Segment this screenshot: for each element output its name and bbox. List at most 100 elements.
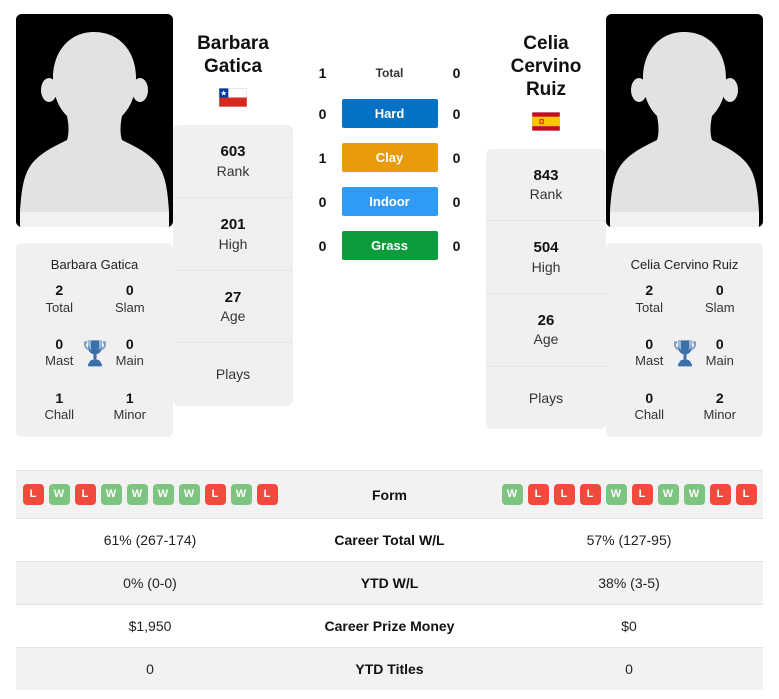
form-badge-win: W — [178, 484, 200, 505]
surface-badge-grass[interactable]: Grass — [341, 231, 438, 260]
stat-cell-high: 504 High — [486, 221, 606, 294]
left-value: 61% (267-174) — [103, 532, 197, 548]
title-stat-label: Chall — [44, 407, 75, 422]
h2h-row-hard: 0 Hard 0 — [300, 99, 480, 128]
title-stat: 0 Slam — [95, 282, 166, 316]
left-player-avatar — [16, 14, 173, 227]
left-form-strip: LWLWWWWLWL — [22, 484, 278, 505]
row-label: YTD Titles — [355, 661, 424, 677]
row-label: Career Total W/L — [334, 532, 445, 548]
title-stat-label: Minor — [113, 407, 146, 422]
h2h-left-value: 0 — [318, 105, 327, 122]
title-stat: 2 Minor — [685, 390, 756, 424]
stat-label: Age — [220, 308, 246, 325]
left-player-stats-card: 603 Rank 201 High 27 Age Plays — [173, 125, 293, 406]
left-player-titles-card: Barbara Gatica 2 Total 0 Slam 0 Mast 0 M… — [16, 243, 173, 438]
left-player-name-column: Barbara Gatica 603 Rank 201 High 27 Age … — [173, 14, 293, 406]
head-to-head-panel: 1 Total 0 0 Hard 0 1 Clay 0 0 Indoor 0 0 — [293, 14, 486, 260]
title-stat-value: 0 — [715, 282, 724, 298]
table-row-career-wl: 61% (267-174) Career Total W/L 57% (127-… — [16, 518, 763, 562]
form-badge-win: W — [501, 484, 523, 505]
right-value: $0 — [621, 618, 637, 634]
title-stat-value: 2 — [715, 389, 724, 406]
stat-value: 201 — [220, 216, 246, 234]
h2h-row-clay: 1 Clay 0 — [300, 143, 480, 172]
table-row-prize-money: $1,950 Career Prize Money $0 — [16, 604, 763, 648]
title-stat: 1 Chall — [24, 390, 95, 424]
h2h-right-value: 0 — [452, 65, 461, 81]
form-badge-win: W — [683, 484, 705, 505]
title-stat: 0 Slam — [685, 282, 756, 316]
left-value: 0% (0-0) — [123, 575, 177, 591]
left-player-name-line1: Barbara — [197, 33, 269, 54]
h2h-label: Total — [375, 66, 404, 80]
title-stat: 0 Chall — [614, 390, 685, 424]
title-stat-label: Minor — [703, 407, 736, 422]
right-player-stats-card: 843 Rank 504 High 26 Age Plays — [486, 148, 606, 429]
left-value: $1,950 — [128, 618, 172, 634]
stat-label: Rank — [216, 162, 250, 179]
right-player-name-line1: Celia Cervino — [510, 33, 582, 78]
row-label: Form — [372, 486, 407, 503]
title-stat: 1 Minor — [95, 390, 166, 424]
surface-badge-clay[interactable]: Clay — [341, 143, 438, 172]
right-player-titles-card: Celia Cervino Ruiz 2 Total 0 Slam 0 Mast — [606, 243, 763, 438]
title-stat-label: Chall — [634, 407, 665, 422]
stat-label: Age — [533, 331, 559, 348]
table-row-ytd-titles: 0 YTD Titles 0 — [16, 647, 763, 690]
form-badge-loss: L — [631, 484, 653, 505]
stat-cell-plays: Plays — [173, 343, 293, 405]
h2h-right-value: 0 — [452, 105, 461, 122]
surface-badge-hard[interactable]: Hard — [341, 99, 438, 128]
right-player-card-name: Celia Cervino Ruiz — [630, 257, 739, 272]
form-badge-win: W — [100, 484, 122, 505]
left-value: 0 — [146, 661, 154, 677]
stat-value: 504 — [533, 239, 559, 257]
h2h-right-value: 0 — [452, 193, 461, 210]
stat-label: High — [531, 258, 561, 275]
form-badge-loss: L — [553, 484, 575, 505]
right-player-name-column: Celia Cervino Ruiz 843 Rank 504 High 26 … — [486, 14, 606, 429]
title-stat-value: 1 — [55, 389, 64, 406]
right-value: 38% (3-5) — [598, 575, 660, 591]
row-label: Career Prize Money — [324, 618, 455, 634]
stat-cell-age: 27 Age — [173, 271, 293, 344]
title-stat-label: Slam — [704, 299, 735, 315]
form-badge-win: W — [48, 484, 70, 505]
right-player-column: Celia Cervino Ruiz 2 Total 0 Slam 0 Mast — [606, 14, 763, 438]
title-stat-value: 0 — [645, 389, 654, 406]
left-player-name: Barbara Gatica — [173, 32, 293, 78]
stat-label: High — [218, 235, 248, 252]
stat-cell-high: 201 High — [173, 198, 293, 271]
title-stat-value: 2 — [55, 282, 64, 298]
title-stat-value: 2 — [645, 282, 654, 298]
right-player-titles-grid: 2 Total 0 Slam 0 Mast 0 Main 0 Chall 2 M… — [614, 282, 755, 423]
stat-label: Plays — [528, 389, 564, 406]
form-badge-loss: L — [256, 484, 278, 505]
right-player-name-line2: Ruiz — [525, 79, 567, 101]
comparison-header: Barbara Gatica 2 Total 0 Slam 0 Mast 0 M… — [0, 0, 779, 470]
h2h-left-value: 0 — [318, 193, 327, 210]
form-badge-loss: L — [735, 484, 757, 505]
right-player-name: Celia Cervino Ruiz — [486, 32, 606, 102]
stat-label: Plays — [215, 366, 251, 383]
h2h-right-value: 0 — [452, 149, 461, 166]
h2h-left-value: 1 — [318, 149, 327, 166]
surface-badge-indoor[interactable]: Indoor — [341, 187, 438, 216]
stat-cell-rank: 603 Rank — [173, 125, 293, 199]
stat-value: 27 — [224, 288, 242, 306]
form-badge-loss: L — [22, 484, 44, 505]
form-badge-win: W — [126, 484, 148, 505]
right-form-strip: WLLLWLWWLL — [501, 484, 757, 505]
table-row-ytd-wl: 0% (0-0) YTD W/L 38% (3-5) — [16, 561, 763, 605]
h2h-left-value: 1 — [318, 65, 327, 81]
spain-flag-icon — [532, 111, 560, 131]
trophy-icon — [671, 337, 699, 367]
player-avatar-placeholder-icon — [606, 14, 763, 227]
player-comparison-page: Barbara Gatica 2 Total 0 Slam 0 Mast 0 M… — [0, 0, 779, 699]
title-stat: 2 Total — [24, 282, 95, 316]
form-badge-win: W — [605, 484, 627, 505]
title-stat-label: Total — [45, 299, 73, 315]
title-stat-value: 1 — [125, 389, 134, 406]
form-badge-win: W — [230, 484, 252, 505]
